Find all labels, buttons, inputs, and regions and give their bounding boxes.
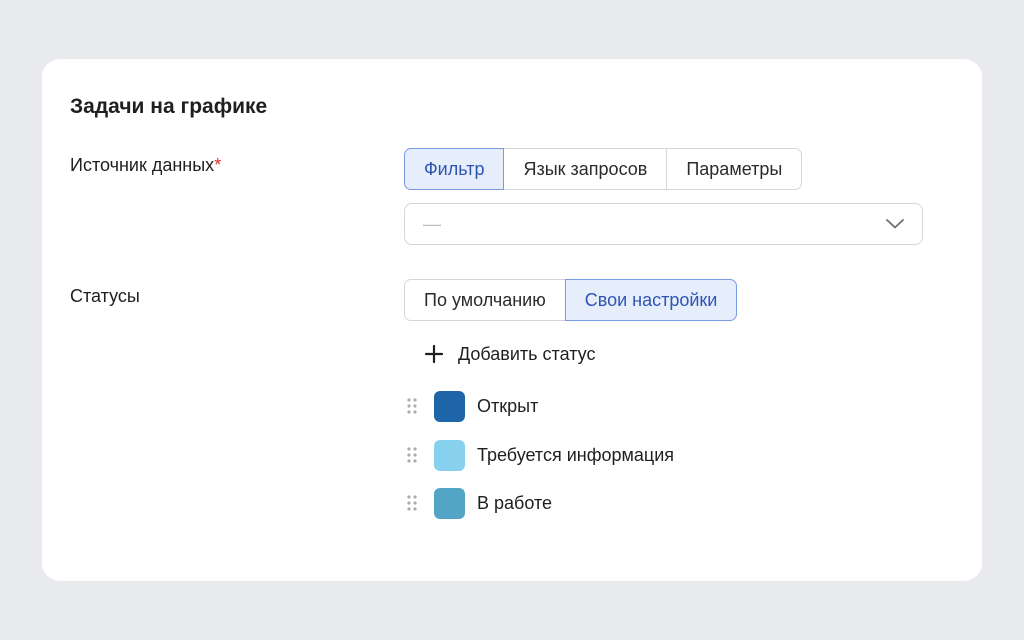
status-item: Требуется информация [404,439,674,471]
task-settings-card: Задачи на графике Источник данных* Фильт… [42,59,982,581]
data-source-label-text: Источник данных [70,155,215,175]
drag-handle-icon[interactable] [404,396,420,416]
status-name: В работе [477,492,553,513]
data-source-tabs: Фильтр Язык запросов Параметры [404,148,803,190]
tab-custom-settings[interactable]: Свои настройки [564,279,738,321]
card-title: Задачи на графике [70,95,268,118]
tab-query-language[interactable]: Язык запросов [503,148,668,190]
filter-select-value: — [423,213,441,234]
tab-filter[interactable]: Фильтр [404,148,505,190]
statuses-mode-tabs: По умолчанию Свои настройки [404,279,738,321]
status-color-swatch[interactable] [434,487,465,519]
plus-icon [424,344,444,364]
status-color-swatch[interactable] [434,439,465,471]
add-status-label: Добавить статус [458,343,596,364]
status-name: Требуется информация [477,444,675,465]
add-status-button[interactable]: Добавить статус [424,339,595,369]
tab-parameters[interactable]: Параметры [666,148,803,190]
tab-default[interactable]: По умолчанию [404,279,566,321]
status-item: Открыт [404,390,538,422]
status-color-swatch[interactable] [434,390,465,422]
status-name: Открыт [477,395,539,416]
required-mark: * [214,155,222,175]
filter-select[interactable]: — [404,203,923,245]
drag-handle-icon[interactable] [404,493,420,513]
status-item: В работе [404,487,552,519]
drag-handle-icon[interactable] [404,445,420,465]
data-source-label: Источник данных* [70,155,221,176]
chevron-down-icon [886,219,904,229]
statuses-label: Статусы [70,286,140,306]
